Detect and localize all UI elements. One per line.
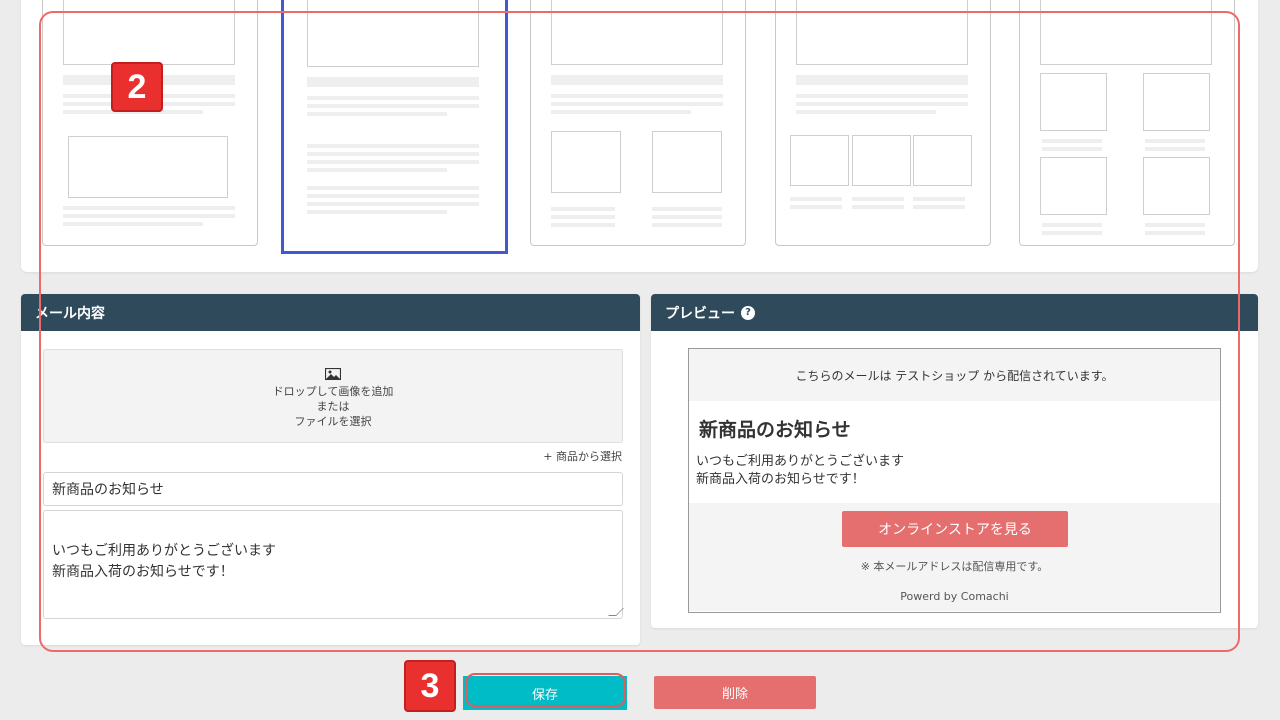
sender-notice: こちらのメールは テストショップ から配信されています。 — [689, 349, 1220, 401]
no-reply-notice: ※ 本メールアドレスは配信専用です。 — [860, 560, 1049, 573]
template-layout-4[interactable] — [775, 0, 991, 246]
preview-mail-title: 新商品のお知らせ — [699, 419, 851, 441]
preview-header: プレビュー ? — [651, 294, 1258, 331]
dropzone-text-drop: ドロップして画像を追加 — [272, 385, 394, 398]
online-store-button[interactable]: オンラインストアを見る — [842, 511, 1068, 547]
template-layout-2[interactable] — [281, 0, 508, 254]
help-icon[interactable]: ? — [741, 305, 755, 320]
mail-preview: こちらのメールは テストショップ から配信されています。 新商品のお知らせ いつ… — [688, 348, 1221, 613]
body-text: いつもご利用ありがとうございます 新商品入荷のお知らせです！ — [52, 543, 276, 580]
mail-content-title: メール内容 — [35, 305, 105, 322]
step-badge-2: 2 — [111, 62, 163, 112]
template-selector-card — [21, 0, 1258, 272]
template-layout-1[interactable] — [42, 0, 258, 246]
dropzone-text-or: または — [316, 400, 350, 413]
subject-input[interactable]: 新商品のお知らせ — [43, 472, 623, 506]
image-dropzone[interactable]: ドロップして画像を追加 または ファイルを選択 — [43, 349, 623, 443]
mail-content-header: メール内容 — [21, 294, 640, 331]
resize-handle-icon[interactable] — [608, 608, 624, 616]
preview-panel: プレビュー ? こちらのメールは テストショップ から配信されています。 新商品… — [651, 294, 1258, 628]
mail-content-panel: メール内容 ドロップして画像を追加 または ファイルを選択 + 商品から選択 新… — [21, 294, 640, 645]
image-icon — [325, 368, 341, 380]
template-layout-3[interactable] — [530, 0, 746, 246]
pick-from-products-link[interactable]: + 商品から選択 — [543, 448, 622, 464]
delete-button[interactable]: 削除 — [654, 676, 816, 709]
preview-mail-body: いつもご利用ありがとうございます 新商品入荷のお知らせです！ — [696, 454, 905, 487]
template-layout-5[interactable] — [1019, 0, 1235, 246]
step-badge-3: 3 — [404, 660, 456, 712]
powered-by: Powerd by Comachi — [900, 590, 1009, 603]
preview-title: プレビュー — [665, 305, 735, 322]
select-file-link[interactable]: ファイルを選択 — [44, 414, 622, 429]
save-button[interactable]: 保存 — [463, 676, 627, 710]
preview-mail-footer: オンラインストアを見る ※ 本メールアドレスは配信専用です。 Powerd by… — [689, 503, 1220, 611]
body-textarea[interactable]: いつもご利用ありがとうございます 新商品入荷のお知らせです！ — [43, 510, 624, 619]
